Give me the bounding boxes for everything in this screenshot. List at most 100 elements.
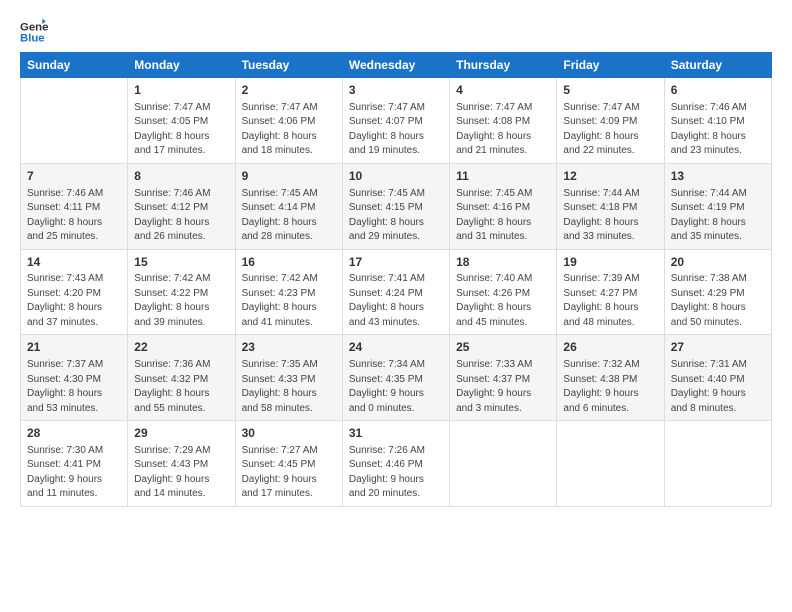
col-header-monday: Monday: [128, 53, 235, 78]
day-number: 15: [134, 254, 228, 271]
calendar-cell: 20Sunrise: 7:38 AM Sunset: 4:29 PM Dayli…: [664, 249, 771, 335]
day-info: Sunrise: 7:31 AM Sunset: 4:40 PM Dayligh…: [671, 358, 765, 416]
week-row-0: 1 Sunrise: 7:47 AM Sunset: 4:05 PM Daylig…: [21, 78, 772, 164]
day-info: Sunrise: 7:47 AM Sunset: 4:08 PM Dayligh…: [456, 101, 550, 159]
day-info: Sunrise: 7:37 AM Sunset: 4:30 PM Dayligh…: [27, 358, 121, 416]
calendar-cell: 15Sunrise: 7:42 AM Sunset: 4:22 PM Dayli…: [128, 249, 235, 335]
calendar-cell: 27 Sunrise: 7:31 AM Sunset: 4:40 PM Dayli…: [664, 335, 771, 421]
col-header-thursday: Thursday: [450, 53, 557, 78]
day-info: Sunrise: 7:44 AM Sunset: 4:19 PM Dayligh…: [671, 187, 765, 245]
col-header-friday: Friday: [557, 53, 664, 78]
day-info: Sunrise: 7:47 AM Sunset: 4:05 PM Dayligh…: [134, 101, 228, 159]
calendar-cell: 17Sunrise: 7:41 AM Sunset: 4:24 PM Dayli…: [342, 249, 449, 335]
day-info: Sunrise: 7:40 AM Sunset: 4:26 PM Dayligh…: [456, 272, 550, 330]
day-number: 20: [671, 254, 765, 271]
calendar-cell: 1 Sunrise: 7:47 AM Sunset: 4:05 PM Daylig…: [128, 78, 235, 164]
day-info: Sunrise: 7:29 AM Sunset: 4:43 PM Dayligh…: [134, 444, 228, 502]
day-number: 8: [134, 168, 228, 185]
calendar-cell: 25Sunrise: 7:33 AM Sunset: 4:37 PM Dayli…: [450, 335, 557, 421]
day-number: 27: [671, 339, 765, 356]
logo-icon: General Blue: [20, 18, 48, 46]
header: General Blue: [20, 18, 772, 46]
week-row-4: 28Sunrise: 7:30 AM Sunset: 4:41 PM Dayli…: [21, 421, 772, 507]
day-info: Sunrise: 7:44 AM Sunset: 4:18 PM Dayligh…: [563, 187, 657, 245]
day-number: 19: [563, 254, 657, 271]
week-row-2: 14Sunrise: 7:43 AM Sunset: 4:20 PM Dayli…: [21, 249, 772, 335]
day-info: Sunrise: 7:26 AM Sunset: 4:46 PM Dayligh…: [349, 444, 443, 502]
day-number: 16: [242, 254, 336, 271]
calendar-cell: 6 Sunrise: 7:46 AM Sunset: 4:10 PM Daylig…: [664, 78, 771, 164]
day-number: 11: [456, 168, 550, 185]
day-number: 24: [349, 339, 443, 356]
day-number: 29: [134, 425, 228, 442]
calendar-cell: [450, 421, 557, 507]
calendar-cell: 29 Sunrise: 7:29 AM Sunset: 4:43 PM Dayli…: [128, 421, 235, 507]
calendar-cell: 11Sunrise: 7:45 AM Sunset: 4:16 PM Dayli…: [450, 163, 557, 249]
day-number: 31: [349, 425, 443, 442]
day-info: Sunrise: 7:45 AM Sunset: 4:15 PM Dayligh…: [349, 187, 443, 245]
svg-text:General: General: [20, 21, 48, 33]
day-info: Sunrise: 7:42 AM Sunset: 4:23 PM Dayligh…: [242, 272, 336, 330]
calendar-cell: 31 Sunrise: 7:26 AM Sunset: 4:46 PM Dayli…: [342, 421, 449, 507]
calendar-cell: 24 Sunrise: 7:34 AM Sunset: 4:35 PM Dayli…: [342, 335, 449, 421]
week-row-3: 21 Sunrise: 7:37 AM Sunset: 4:30 PM Dayli…: [21, 335, 772, 421]
calendar-cell: 13 Sunrise: 7:44 AM Sunset: 4:19 PM Dayli…: [664, 163, 771, 249]
day-info: Sunrise: 7:46 AM Sunset: 4:12 PM Dayligh…: [134, 187, 228, 245]
day-info: Sunrise: 7:47 AM Sunset: 4:09 PM Dayligh…: [563, 101, 657, 159]
day-number: 26: [563, 339, 657, 356]
calendar-cell: 28Sunrise: 7:30 AM Sunset: 4:41 PM Dayli…: [21, 421, 128, 507]
calendar-cell: 8 Sunrise: 7:46 AM Sunset: 4:12 PM Daylig…: [128, 163, 235, 249]
calendar-cell: 18Sunrise: 7:40 AM Sunset: 4:26 PM Dayli…: [450, 249, 557, 335]
day-info: Sunrise: 7:33 AM Sunset: 4:37 PM Dayligh…: [456, 358, 550, 416]
calendar-cell: 14Sunrise: 7:43 AM Sunset: 4:20 PM Dayli…: [21, 249, 128, 335]
calendar-cell: 9 Sunrise: 7:45 AM Sunset: 4:14 PM Daylig…: [235, 163, 342, 249]
day-info: Sunrise: 7:45 AM Sunset: 4:14 PM Dayligh…: [242, 187, 336, 245]
week-row-1: 7 Sunrise: 7:46 AM Sunset: 4:11 PM Daylig…: [21, 163, 772, 249]
day-info: Sunrise: 7:43 AM Sunset: 4:20 PM Dayligh…: [27, 272, 121, 330]
calendar-cell: 4Sunrise: 7:47 AM Sunset: 4:08 PM Daylig…: [450, 78, 557, 164]
svg-text:Blue: Blue: [20, 33, 45, 45]
day-info: Sunrise: 7:41 AM Sunset: 4:24 PM Dayligh…: [349, 272, 443, 330]
calendar-cell: 19Sunrise: 7:39 AM Sunset: 4:27 PM Dayli…: [557, 249, 664, 335]
day-number: 7: [27, 168, 121, 185]
day-info: Sunrise: 7:38 AM Sunset: 4:29 PM Dayligh…: [671, 272, 765, 330]
day-number: 5: [563, 82, 657, 99]
calendar-cell: 3Sunrise: 7:47 AM Sunset: 4:07 PM Daylig…: [342, 78, 449, 164]
calendar-cell: 10 Sunrise: 7:45 AM Sunset: 4:15 PM Dayli…: [342, 163, 449, 249]
calendar-cell: 23Sunrise: 7:35 AM Sunset: 4:33 PM Dayli…: [235, 335, 342, 421]
day-info: Sunrise: 7:36 AM Sunset: 4:32 PM Dayligh…: [134, 358, 228, 416]
day-info: Sunrise: 7:27 AM Sunset: 4:45 PM Dayligh…: [242, 444, 336, 502]
day-number: 13: [671, 168, 765, 185]
day-number: 10: [349, 168, 443, 185]
day-info: Sunrise: 7:46 AM Sunset: 4:11 PM Dayligh…: [27, 187, 121, 245]
day-number: 14: [27, 254, 121, 271]
calendar-cell: 22 Sunrise: 7:36 AM Sunset: 4:32 PM Dayli…: [128, 335, 235, 421]
day-number: 9: [242, 168, 336, 185]
calendar-cell: [557, 421, 664, 507]
day-number: 17: [349, 254, 443, 271]
day-number: 28: [27, 425, 121, 442]
header-row: SundayMondayTuesdayWednesdayThursdayFrid…: [21, 53, 772, 78]
col-header-wednesday: Wednesday: [342, 53, 449, 78]
day-info: Sunrise: 7:46 AM Sunset: 4:10 PM Dayligh…: [671, 101, 765, 159]
day-number: 1: [134, 82, 228, 99]
day-info: Sunrise: 7:35 AM Sunset: 4:33 PM Dayligh…: [242, 358, 336, 416]
day-number: 6: [671, 82, 765, 99]
day-number: 18: [456, 254, 550, 271]
calendar-cell: 30 Sunrise: 7:27 AM Sunset: 4:45 PM Dayli…: [235, 421, 342, 507]
calendar-cell: 21 Sunrise: 7:37 AM Sunset: 4:30 PM Dayli…: [21, 335, 128, 421]
day-number: 30: [242, 425, 336, 442]
calendar-cell: 2Sunrise: 7:47 AM Sunset: 4:06 PM Daylig…: [235, 78, 342, 164]
day-info: Sunrise: 7:39 AM Sunset: 4:27 PM Dayligh…: [563, 272, 657, 330]
col-header-sunday: Sunday: [21, 53, 128, 78]
day-number: 21: [27, 339, 121, 356]
calendar-cell: 26Sunrise: 7:32 AM Sunset: 4:38 PM Dayli…: [557, 335, 664, 421]
day-number: 2: [242, 82, 336, 99]
calendar-cell: [21, 78, 128, 164]
calendar-table: SundayMondayTuesdayWednesdayThursdayFrid…: [20, 52, 772, 507]
day-info: Sunrise: 7:34 AM Sunset: 4:35 PM Dayligh…: [349, 358, 443, 416]
col-header-tuesday: Tuesday: [235, 53, 342, 78]
calendar-cell: [664, 421, 771, 507]
day-number: 22: [134, 339, 228, 356]
logo: General Blue: [20, 18, 48, 46]
